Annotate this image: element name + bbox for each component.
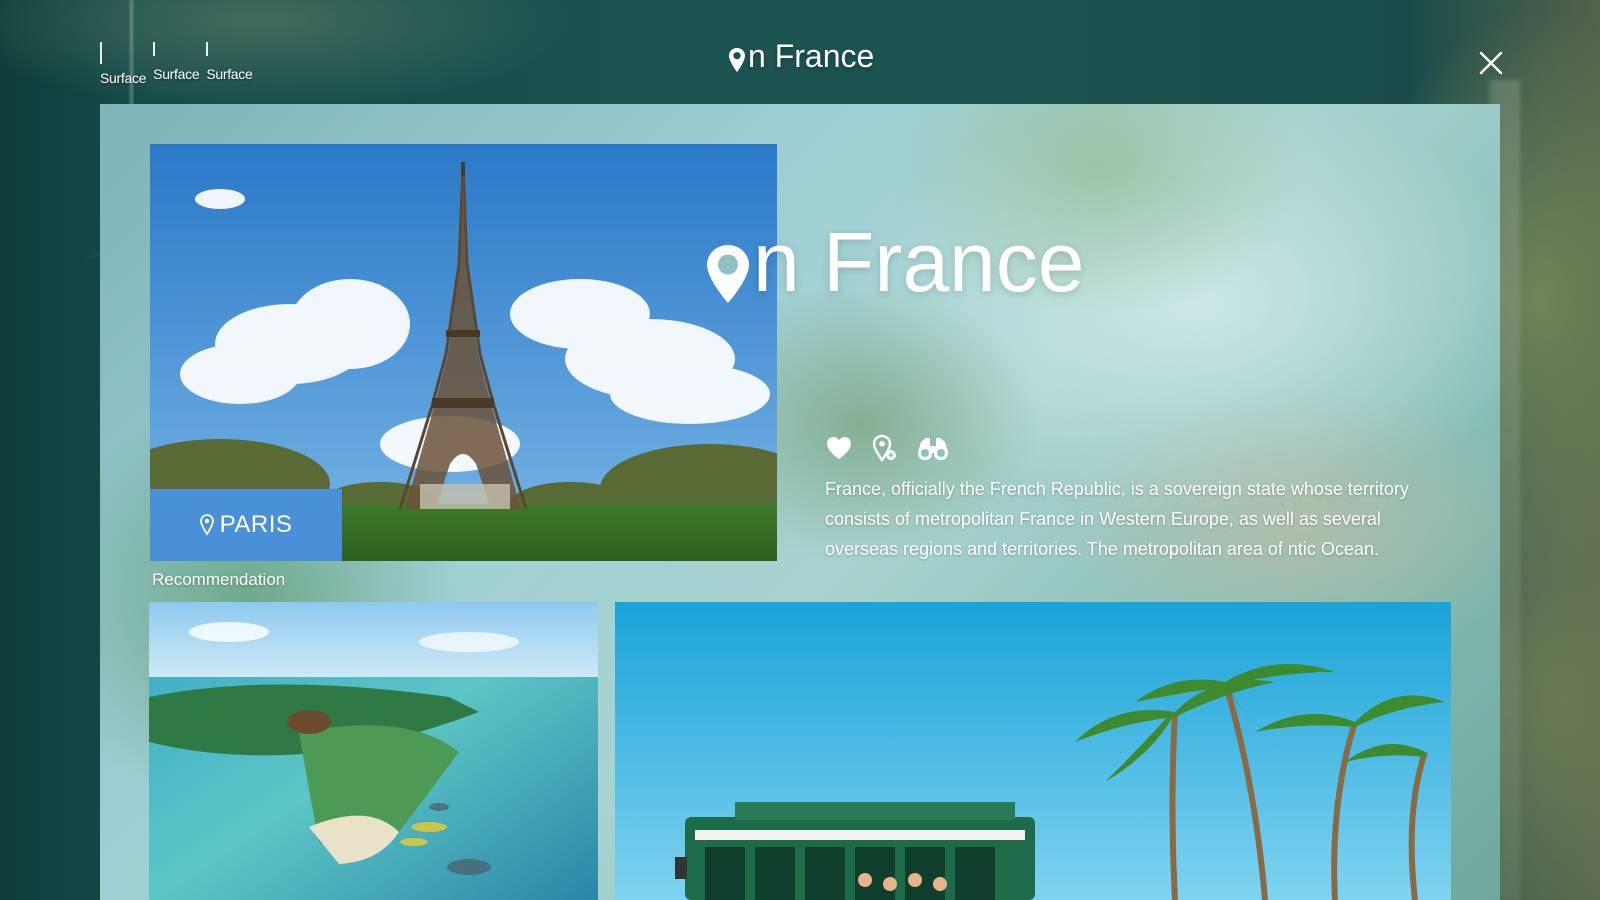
surface-tabs: Surface Surface Surface: [100, 42, 253, 86]
add-location-icon[interactable]: [871, 434, 899, 462]
surface-tab-label: Surface: [153, 66, 200, 82]
close-icon[interactable]: [1478, 50, 1504, 76]
location-pin-icon: [729, 47, 745, 72]
destination-title-text: n France: [753, 215, 1085, 309]
location-pin-icon: [199, 514, 214, 536]
binoculars-icon[interactable]: [917, 434, 949, 462]
beach-trolley-image: [615, 602, 1451, 900]
destination-description: France, officially the French Republic, …: [825, 479, 1409, 559]
destination-panel: PARIS n France France, officially the Fr…: [100, 104, 1500, 900]
heart-icon[interactable]: [825, 434, 853, 462]
tropical-island-image: [149, 602, 598, 900]
tab-marker: [206, 42, 209, 56]
surface-tab-2[interactable]: Surface: [153, 42, 200, 86]
destination-title: n France: [705, 214, 1085, 311]
surface-tab-label: Surface: [100, 70, 147, 86]
city-badge[interactable]: PARIS: [150, 489, 342, 561]
destination-actions: [825, 434, 949, 462]
city-name: PARIS: [219, 511, 293, 538]
surface-tab-1[interactable]: Surface: [100, 42, 146, 86]
recommendation-card-island[interactable]: [149, 602, 598, 900]
tab-marker: [100, 42, 102, 64]
recommendation-card-beach-trolley[interactable]: [615, 602, 1451, 900]
location-pin-icon: [707, 244, 749, 303]
tab-marker: [153, 42, 156, 56]
header-title-text: n France: [748, 38, 875, 74]
recommendation-label: Recommendation: [152, 570, 286, 589]
surface-tab-label: Surface: [206, 66, 253, 82]
surface-tab-3[interactable]: Surface: [206, 42, 253, 86]
top-bar: Surface Surface Surface n France: [0, 0, 1600, 104]
header-title: n France: [728, 38, 874, 75]
